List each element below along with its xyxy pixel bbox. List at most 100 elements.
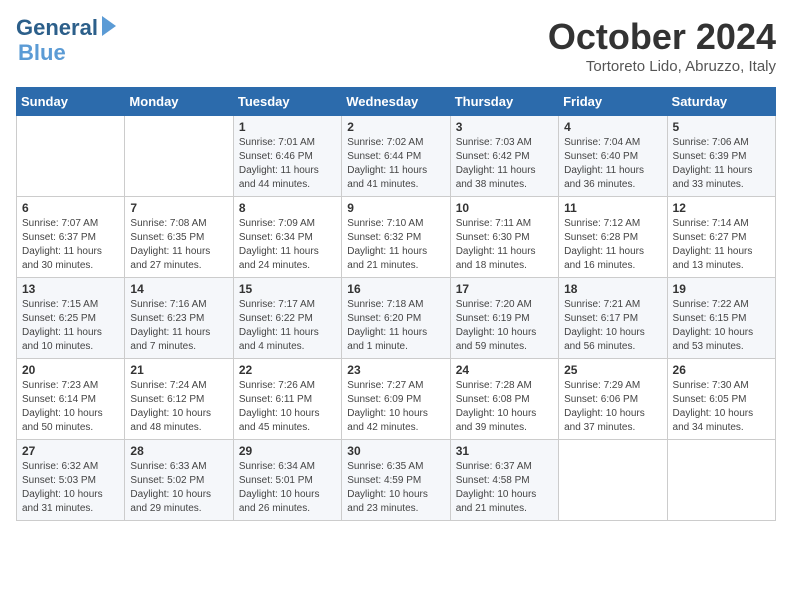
day-number: 30 xyxy=(347,444,444,458)
calendar-day-cell: 2 Sunrise: 7:02 AM Sunset: 6:44 PM Daylig… xyxy=(342,116,450,197)
day-details: Sunrise: 6:34 AM Sunset: 5:01 PM Dayligh… xyxy=(239,460,336,516)
day-details: Sunrise: 7:01 AM Sunset: 6:46 PM Dayligh… xyxy=(239,136,336,192)
calendar-day-cell: 29 Sunrise: 6:34 AM Sunset: 5:01 PM Dayli… xyxy=(233,440,341,521)
calendar-day-cell: 12Sunrise: 7:14 AM Sunset: 6:27 PM Dayli… xyxy=(667,197,775,278)
weekday-header-cell: Monday xyxy=(125,88,233,116)
day-details: Sunrise: 7:02 AM Sunset: 6:44 PM Dayligh… xyxy=(347,136,444,192)
calendar-day-cell: 16Sunrise: 7:18 AM Sunset: 6:20 PM Dayli… xyxy=(342,278,450,359)
day-number: 31 xyxy=(456,444,553,458)
day-number: 25 xyxy=(564,363,661,377)
day-details: Sunrise: 7:30 AM Sunset: 6:05 PM Dayligh… xyxy=(673,379,770,435)
calendar-body: 1 Sunrise: 7:01 AM Sunset: 6:46 PM Daylig… xyxy=(17,116,776,521)
day-details: Sunrise: 7:20 AM Sunset: 6:19 PM Dayligh… xyxy=(456,298,553,354)
day-number: 22 xyxy=(239,363,336,377)
calendar-week-row: 13 Sunrise: 7:15 AM Sunset: 6:25 PM Dayli… xyxy=(17,278,776,359)
day-details: Sunrise: 7:07 AM Sunset: 6:37 PM Dayligh… xyxy=(22,217,119,273)
day-details: Sunrise: 7:06 AM Sunset: 6:39 PM Dayligh… xyxy=(673,136,770,192)
day-details: Sunrise: 7:16 AM Sunset: 6:23 PM Dayligh… xyxy=(130,298,227,354)
day-details: Sunrise: 7:29 AM Sunset: 6:06 PM Dayligh… xyxy=(564,379,661,435)
day-details: Sunrise: 7:11 AM Sunset: 6:30 PM Dayligh… xyxy=(456,217,553,273)
logo: General Blue xyxy=(16,16,116,66)
day-details: Sunrise: 6:35 AM Sunset: 4:59 PM Dayligh… xyxy=(347,460,444,516)
calendar-day-cell: 19 Sunrise: 7:22 AM Sunset: 6:15 PM Dayli… xyxy=(667,278,775,359)
day-details: Sunrise: 6:37 AM Sunset: 4:58 PM Dayligh… xyxy=(456,460,553,516)
calendar-week-row: 27 Sunrise: 6:32 AM Sunset: 5:03 PM Dayli… xyxy=(17,440,776,521)
day-number: 2 xyxy=(347,120,444,134)
day-details: Sunrise: 7:23 AM Sunset: 6:14 PM Dayligh… xyxy=(22,379,119,435)
calendar-day-cell: 5 Sunrise: 7:06 AM Sunset: 6:39 PM Daylig… xyxy=(667,116,775,197)
calendar-day-cell: 14 Sunrise: 7:16 AM Sunset: 6:23 PM Dayli… xyxy=(125,278,233,359)
day-details: Sunrise: 7:04 AM Sunset: 6:40 PM Dayligh… xyxy=(564,136,661,192)
day-number: 6 xyxy=(22,201,119,215)
day-number: 17 xyxy=(456,282,553,296)
day-number: 24 xyxy=(456,363,553,377)
calendar-day-cell: 30 Sunrise: 6:35 AM Sunset: 4:59 PM Dayli… xyxy=(342,440,450,521)
day-number: 13 xyxy=(22,282,119,296)
calendar-day-cell: 26Sunrise: 7:30 AM Sunset: 6:05 PM Dayli… xyxy=(667,359,775,440)
day-number: 18 xyxy=(564,282,661,296)
weekday-header-cell: Saturday xyxy=(667,88,775,116)
day-number: 27 xyxy=(22,444,119,458)
calendar-day-cell: 6 Sunrise: 7:07 AM Sunset: 6:37 PM Daylig… xyxy=(17,197,125,278)
day-details: Sunrise: 7:03 AM Sunset: 6:42 PM Dayligh… xyxy=(456,136,553,192)
day-number: 15 xyxy=(239,282,336,296)
calendar-day-cell: 25 Sunrise: 7:29 AM Sunset: 6:06 PM Dayli… xyxy=(559,359,667,440)
day-details: Sunrise: 7:09 AM Sunset: 6:34 PM Dayligh… xyxy=(239,217,336,273)
day-details: Sunrise: 7:08 AM Sunset: 6:35 PM Dayligh… xyxy=(130,217,227,273)
calendar-week-row: 6 Sunrise: 7:07 AM Sunset: 6:37 PM Daylig… xyxy=(17,197,776,278)
day-number: 10 xyxy=(456,201,553,215)
weekday-header-row: SundayMondayTuesdayWednesdayThursdayFrid… xyxy=(17,88,776,116)
day-number: 28 xyxy=(130,444,227,458)
day-number: 23 xyxy=(347,363,444,377)
day-details: Sunrise: 7:15 AM Sunset: 6:25 PM Dayligh… xyxy=(22,298,119,354)
day-number: 21 xyxy=(130,363,227,377)
calendar-day-cell xyxy=(559,440,667,521)
day-number: 7 xyxy=(130,201,227,215)
day-number: 1 xyxy=(239,120,336,134)
day-number: 5 xyxy=(673,120,770,134)
day-details: Sunrise: 7:27 AM Sunset: 6:09 PM Dayligh… xyxy=(347,379,444,435)
calendar-day-cell: 15Sunrise: 7:17 AM Sunset: 6:22 PM Dayli… xyxy=(233,278,341,359)
calendar-day-cell: 9Sunrise: 7:10 AM Sunset: 6:32 PM Daylig… xyxy=(342,197,450,278)
calendar-day-cell xyxy=(17,116,125,197)
day-number: 4 xyxy=(564,120,661,134)
logo-blue: Blue xyxy=(18,40,66,66)
day-number: 29 xyxy=(239,444,336,458)
calendar-day-cell: 23 Sunrise: 7:27 AM Sunset: 6:09 PM Dayli… xyxy=(342,359,450,440)
day-details: Sunrise: 7:14 AM Sunset: 6:27 PM Dayligh… xyxy=(673,217,770,273)
page-header: General Blue October 2024 Tortoreto Lido… xyxy=(16,16,776,75)
weekday-header-cell: Wednesday xyxy=(342,88,450,116)
calendar-table: SundayMondayTuesdayWednesdayThursdayFrid… xyxy=(16,87,776,521)
calendar-day-cell: 28 Sunrise: 6:33 AM Sunset: 5:02 PM Dayli… xyxy=(125,440,233,521)
weekday-header-cell: Tuesday xyxy=(233,88,341,116)
day-details: Sunrise: 7:28 AM Sunset: 6:08 PM Dayligh… xyxy=(456,379,553,435)
location-subtitle: Tortoreto Lido, Abruzzo, Italy xyxy=(548,58,776,75)
logo-text: General xyxy=(16,16,98,40)
calendar-week-row: 1 Sunrise: 7:01 AM Sunset: 6:46 PM Daylig… xyxy=(17,116,776,197)
title-block: October 2024 Tortoreto Lido, Abruzzo, It… xyxy=(548,16,776,75)
day-number: 14 xyxy=(130,282,227,296)
day-details: Sunrise: 7:22 AM Sunset: 6:15 PM Dayligh… xyxy=(673,298,770,354)
calendar-day-cell: 20 Sunrise: 7:23 AM Sunset: 6:14 PM Dayli… xyxy=(17,359,125,440)
month-title: October 2024 xyxy=(548,16,776,58)
calendar-day-cell: 18Sunrise: 7:21 AM Sunset: 6:17 PM Dayli… xyxy=(559,278,667,359)
day-number: 11 xyxy=(564,201,661,215)
calendar-day-cell: 22 Sunrise: 7:26 AM Sunset: 6:11 PM Dayli… xyxy=(233,359,341,440)
calendar-day-cell: 8Sunrise: 7:09 AM Sunset: 6:34 PM Daylig… xyxy=(233,197,341,278)
weekday-header-cell: Sunday xyxy=(17,88,125,116)
day-number: 19 xyxy=(673,282,770,296)
day-number: 16 xyxy=(347,282,444,296)
calendar-day-cell: 13 Sunrise: 7:15 AM Sunset: 6:25 PM Dayli… xyxy=(17,278,125,359)
calendar-day-cell: 31 Sunrise: 6:37 AM Sunset: 4:58 PM Dayli… xyxy=(450,440,558,521)
weekday-header-cell: Friday xyxy=(559,88,667,116)
calendar-day-cell: 24 Sunrise: 7:28 AM Sunset: 6:08 PM Dayli… xyxy=(450,359,558,440)
logo-arrow-icon xyxy=(102,16,116,36)
day-number: 20 xyxy=(22,363,119,377)
calendar-day-cell xyxy=(667,440,775,521)
calendar-day-cell xyxy=(125,116,233,197)
day-details: Sunrise: 6:33 AM Sunset: 5:02 PM Dayligh… xyxy=(130,460,227,516)
day-number: 3 xyxy=(456,120,553,134)
day-details: Sunrise: 7:26 AM Sunset: 6:11 PM Dayligh… xyxy=(239,379,336,435)
day-details: Sunrise: 6:32 AM Sunset: 5:03 PM Dayligh… xyxy=(22,460,119,516)
calendar-day-cell: 21Sunrise: 7:24 AM Sunset: 6:12 PM Dayli… xyxy=(125,359,233,440)
